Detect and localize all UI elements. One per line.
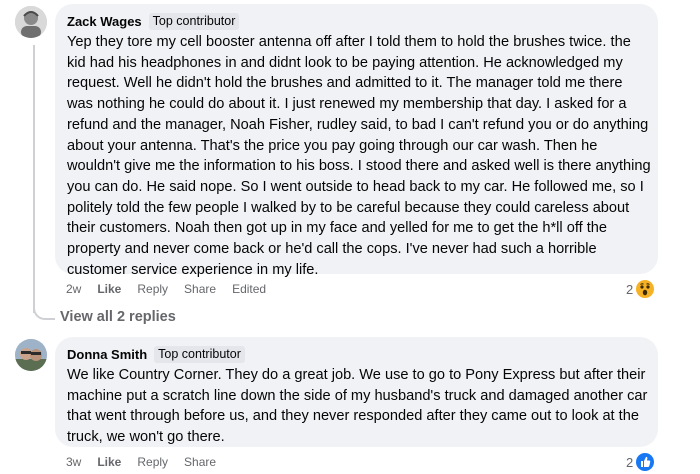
comment-actions: 3w Like Reply Share xyxy=(66,455,232,469)
comment-actions: 2w Like Reply Share Edited xyxy=(66,282,282,296)
comment-header: Zack Wages Top contributor xyxy=(67,12,240,30)
comment-text: We like Country Corner. They do a great … xyxy=(67,367,648,446)
reaction-summary[interactable]: 2 xyxy=(626,280,655,298)
comment-author[interactable]: Zack Wages xyxy=(67,14,142,29)
top-contributor-badge: Top contributor xyxy=(148,12,240,30)
reply-thread-curve xyxy=(33,296,55,320)
reaction-count: 2 xyxy=(626,281,634,297)
top-contributor-badge: Top contributor xyxy=(154,345,245,363)
reply-button[interactable]: Reply xyxy=(137,455,168,469)
reply-thread-line xyxy=(33,45,35,313)
edited-label[interactable]: Edited xyxy=(232,282,266,296)
avatar-image xyxy=(15,339,47,371)
like-button[interactable]: Like xyxy=(97,455,121,469)
reaction-count: 2 xyxy=(626,454,634,470)
comment-text: Yep they tore my cell booster antenna of… xyxy=(67,34,651,278)
comment-timestamp[interactable]: 2w xyxy=(66,282,81,296)
comment-timestamp[interactable]: 3w xyxy=(66,455,81,469)
reaction-summary[interactable]: 2 xyxy=(626,453,655,471)
wow-emoji-icon xyxy=(636,280,655,298)
avatar[interactable] xyxy=(15,6,47,38)
share-button[interactable]: Share xyxy=(184,455,216,469)
comment-author[interactable]: Donna Smith xyxy=(67,347,147,362)
share-button[interactable]: Share xyxy=(184,282,216,296)
like-thumb-icon xyxy=(636,453,655,471)
avatar[interactable] xyxy=(15,339,47,371)
view-all-replies-link[interactable]: View all 2 replies xyxy=(60,309,176,325)
comment-bubble: Zack Wages Top contributor Yep they tore… xyxy=(55,4,658,278)
like-button[interactable]: Like xyxy=(97,282,121,296)
reply-button[interactable]: Reply xyxy=(137,282,168,296)
comment-header: Donna Smith Top contributor xyxy=(67,345,245,363)
avatar-image xyxy=(15,6,47,38)
comment-bubble: Donna Smith Top contributor We like Coun… xyxy=(55,337,658,447)
